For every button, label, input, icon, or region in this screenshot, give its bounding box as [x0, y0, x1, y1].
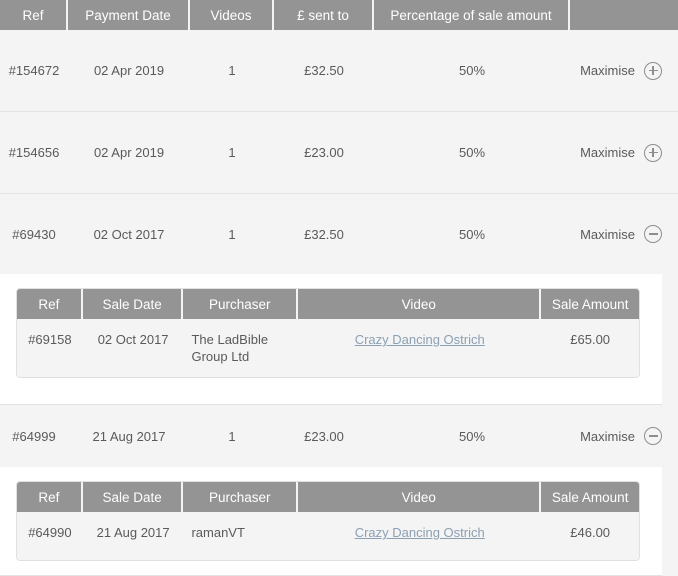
sub-column-header-video: Video — [298, 289, 542, 319]
sub-column-header-sale-date: Sale Date — [83, 482, 184, 512]
cell-payment-date: 02 Apr 2019 — [93, 145, 165, 160]
sub-cell-purchaser: ramanVT — [191, 525, 245, 540]
sub-column-header-ref: Ref — [17, 482, 83, 512]
cell-ref: #154656 — [8, 145, 60, 160]
sub-column-header-purchaser: Purchaser — [183, 482, 299, 512]
sub-column-header-purchaser: Purchaser — [183, 289, 299, 319]
cell-videos: 1 — [228, 428, 236, 444]
sale-details-table: Ref Sale Date Purchaser Video Sale Amoun… — [16, 288, 640, 378]
plus-circle-icon[interactable] — [644, 61, 662, 80]
maximise-button[interactable]: Maximise — [570, 30, 678, 111]
maximise-label: Maximise — [580, 63, 635, 78]
cell-percentage: 50% — [458, 145, 486, 160]
cell-ref: #69430 — [12, 226, 56, 242]
cell-percentage: 50% — [458, 63, 486, 78]
sub-column-header-sale-amount: Sale Amount — [551, 489, 629, 505]
minus-circle-icon[interactable] — [644, 225, 662, 243]
sub-column-header-ref: Ref — [17, 289, 83, 319]
maximise-button[interactable]: Maximise — [570, 112, 678, 193]
minimise-button[interactable]: Maximise — [570, 405, 678, 467]
sub-cell-sale-date: 21 Aug 2017 — [96, 525, 170, 540]
cell-payment-date: 21 Aug 2017 — [92, 428, 166, 444]
sub-column-header-sale-date: Sale Date — [83, 289, 184, 319]
payments-table-header: Ref Payment Date Videos £ sent to Percen… — [0, 0, 678, 30]
minimise-button[interactable]: Maximise — [570, 194, 678, 274]
sub-cell-video: Crazy Dancing Ostrich — [298, 512, 541, 560]
sub-cell-sale-amount: £46.00 — [570, 525, 611, 540]
sub-cell-video: Crazy Dancing Ostrich — [298, 319, 541, 377]
maximise-label: Maximise — [580, 428, 635, 444]
table-row[interactable]: #154656 02 Apr 2019 1 £23.00 50% Maximis… — [0, 112, 678, 194]
cell-percentage: 50% — [458, 226, 486, 242]
cell-videos: 1 — [228, 226, 236, 242]
maximise-label: Maximise — [580, 145, 635, 160]
column-header-ref: Ref — [0, 0, 68, 30]
column-header-percentage: Percentage of sale amount — [374, 0, 570, 30]
sub-column-header-sale-amount: Sale Amount — [551, 296, 629, 312]
cell-ref: #154672 — [8, 63, 60, 78]
cell-sent-to: £23.00 — [304, 145, 344, 160]
sub-cell-purchaser: The LadBible Group Ltd — [191, 332, 269, 364]
sub-cell-sale-amount: £65.00 — [570, 332, 611, 347]
cell-sent-to: £32.50 — [304, 63, 344, 78]
cell-percentage: 50% — [458, 428, 486, 444]
sale-details-header: Ref Sale Date Purchaser Video Sale Amoun… — [17, 289, 639, 319]
sale-detail-row: #69158 02 Oct 2017 The LadBible Group Lt… — [17, 319, 639, 377]
cell-sent-to: £23.00 — [304, 428, 344, 444]
sub-cell-ref: #64990 — [28, 525, 72, 540]
table-row[interactable]: #69430 02 Oct 2017 1 £32.50 50% Maximise — [0, 194, 678, 274]
cell-sent-to: £32.50 — [304, 226, 344, 242]
video-link[interactable]: Crazy Dancing Ostrich — [355, 524, 485, 541]
sale-details-header: Ref Sale Date Purchaser Video Sale Amoun… — [17, 482, 639, 512]
plus-circle-icon[interactable] — [644, 143, 662, 162]
maximise-label: Maximise — [580, 226, 635, 242]
column-header-sent-to: £ sent to — [274, 0, 374, 30]
sale-detail-row: #64990 21 Aug 2017 ramanVT Crazy Dancing… — [17, 512, 639, 560]
expanded-detail-panel: Ref Sale Date Purchaser Video Sale Amoun… — [0, 274, 662, 405]
table-row[interactable]: #64999 21 Aug 2017 1 £23.00 50% Maximise — [0, 405, 678, 467]
sub-column-header-video: Video — [298, 482, 542, 512]
cell-ref: #64999 — [12, 428, 56, 444]
cell-videos: 1 — [228, 63, 236, 78]
cell-payment-date: 02 Oct 2017 — [93, 226, 165, 242]
cell-videos: 1 — [228, 145, 236, 160]
expanded-detail-panel: Ref Sale Date Purchaser Video Sale Amoun… — [0, 467, 662, 576]
minus-circle-icon[interactable] — [644, 427, 662, 445]
sub-cell-ref: #69158 — [28, 332, 72, 347]
column-header-videos: Videos — [190, 0, 274, 30]
sale-details-table: Ref Sale Date Purchaser Video Sale Amoun… — [16, 481, 640, 561]
cell-payment-date: 02 Apr 2019 — [93, 63, 165, 78]
column-header-payment-date: Payment Date — [68, 0, 190, 30]
sub-cell-sale-date: 02 Oct 2017 — [97, 332, 169, 347]
video-link[interactable]: Crazy Dancing Ostrich — [355, 331, 485, 348]
table-row[interactable]: #154672 02 Apr 2019 1 £32.50 50% Maximis… — [0, 30, 678, 112]
column-header-actions — [570, 0, 678, 30]
payments-table: Ref Payment Date Videos £ sent to Percen… — [0, 0, 678, 576]
